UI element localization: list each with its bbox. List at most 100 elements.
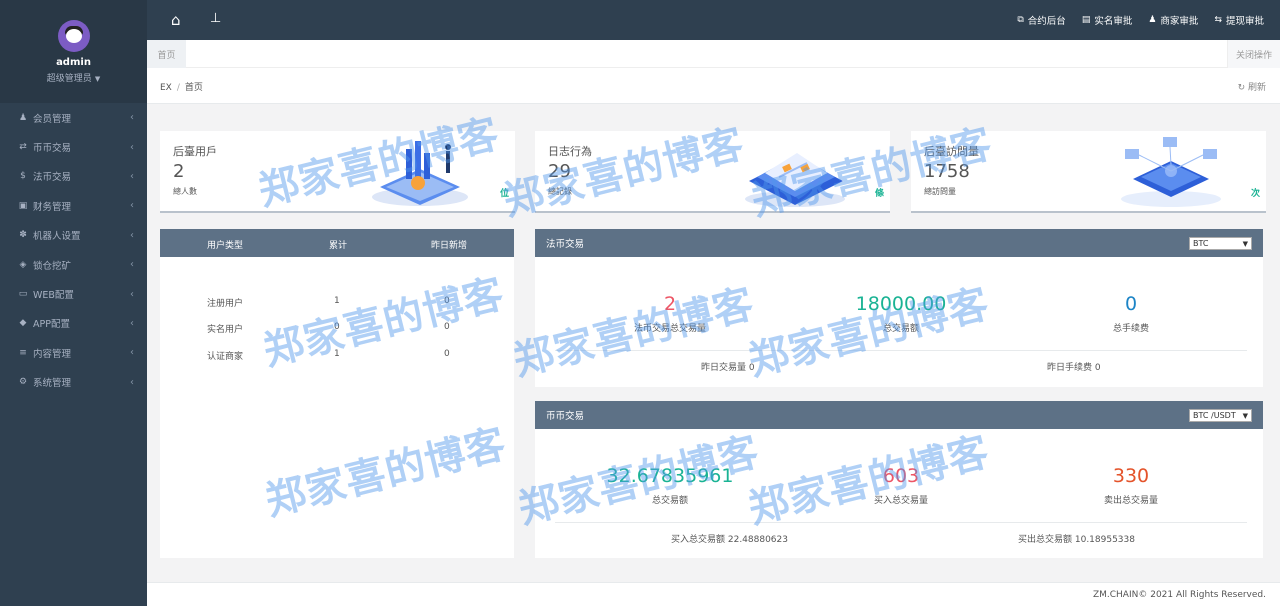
user-icon: ♟ [1148, 15, 1157, 25]
coin-buy-amount: 买入总交易额 22.48880623 [671, 535, 788, 545]
external-link-icon: ⧉ [1017, 15, 1024, 25]
money-icon: ▣ [18, 200, 28, 211]
caret-down-icon: ▼ [94, 75, 101, 83]
metric-label: 卖出总交易量 [1103, 496, 1158, 506]
metric-value: 2 [663, 293, 677, 315]
sidebar: admin 超级管理员 ▼ ♟ 会员管理 ‹ ⇄ 币币交易 ‹ $ 法币交易 ‹ ▣ 财务管理 ‹ ✽ 机器… [0, 0, 147, 606]
top-link[interactable]: ▤ 实名审批 [1082, 13, 1133, 27]
topbar: ⌂ ⊥ ⧉ 合约后台 ▤ 实名审批 ♟ 商家审批 ⇆ 提现审批 [147, 0, 1280, 40]
metric-label: 法币交易总交易量 [633, 324, 706, 334]
chevron-left-icon: ‹ [130, 141, 134, 153]
chevron-left-icon: ‹ [130, 229, 134, 241]
sidebar-item[interactable]: ⇄ 币币交易 ‹ [0, 132, 147, 161]
metric-value: 32.67835961 [606, 465, 734, 487]
home-icon[interactable]: ⌂ [171, 11, 181, 29]
breadcrumb: EX / 首页 [160, 83, 203, 93]
table-row: 注册用户 1 0 [160, 287, 514, 309]
tab-home[interactable]: 首页 [147, 40, 186, 68]
column-header: 累计 [329, 241, 348, 251]
trading-pair-select[interactable]: BTC /USDT ▼ [1189, 409, 1252, 422]
cell-total: 0 [334, 322, 340, 332]
sidebar-item[interactable]: ✽ 机器人设置 ‹ [0, 221, 147, 250]
analytics-illustration-icon [372, 141, 468, 206]
tabs-bar: 首页 关闭操作 [147, 40, 1280, 68]
cell-type: 注册用户 [207, 299, 244, 309]
user-stats-panel: 用户类型 累计 昨日新增 注册用户 1 0 实名用户 0 0 认证商家 1 0 [160, 229, 514, 558]
sidebar-item[interactable]: ▭ WEB配置 ‹ [0, 279, 147, 308]
id-card-icon: ▤ [1081, 15, 1091, 25]
sidebar-item-label: 内容管理 [33, 348, 72, 360]
sidebar-item[interactable]: ◆ APP配置 ‹ [0, 309, 147, 338]
metric-fiat-volume: 2 法币交易总交易量 [580, 293, 760, 334]
stat-card-log-actions: 日志行為 29 總記錄 條 [535, 131, 890, 213]
user-name: admin [56, 57, 91, 68]
sidebar-item-label: 机器人设置 [33, 231, 81, 243]
cell-type: 实名用户 [207, 325, 244, 335]
top-nav: ⧉ 合约后台 ▤ 实名审批 ♟ 商家审批 ⇆ 提现审批 [1017, 0, 1264, 40]
cell-type: 认证商家 [207, 352, 244, 362]
chevron-left-icon: ‹ [130, 376, 134, 388]
card-title: 后臺訪問量 [924, 145, 979, 158]
chevron-left-icon: ‹ [130, 317, 134, 329]
top-link-label: 提现审批 [1225, 16, 1264, 27]
sidebar-item[interactable]: ≡ 内容管理 ‹ [0, 338, 147, 367]
sidebar-menu: ♟ 会员管理 ‹ ⇄ 币币交易 ‹ $ 法币交易 ‹ ▣ 财务管理 ‹ ✽ 机器人设置 ‹ ◈ 锁仓挖矿 ‹ ▭ WE… [0, 103, 147, 397]
fiat-yesterday-fee: 昨日手续费 0 [1047, 363, 1101, 373]
stat-card-admin-users: 后臺用戶 2 總人數 位 [160, 131, 515, 213]
chevron-left-icon: ‹ [130, 200, 134, 212]
column-header: 昨日新增 [431, 241, 468, 251]
table-row: 实名用户 0 0 [160, 313, 514, 335]
card-title: 日志行為 [548, 145, 592, 158]
dollar-icon: $ [20, 171, 26, 182]
cell-yesterday: 0 [444, 322, 450, 332]
sidebar-item[interactable]: ▣ 财务管理 ‹ [0, 191, 147, 220]
close-operations-button[interactable]: 关闭操作 [1227, 40, 1280, 68]
card-unit: 次 [1250, 189, 1260, 199]
table-row: 认证商家 1 0 [160, 340, 514, 362]
sidebar-item[interactable]: ♟ 会员管理 ‹ [0, 103, 147, 132]
sidebar-item[interactable]: ◈ 锁仓挖矿 ‹ [0, 250, 147, 279]
coin-trading-panel: 币币交易 BTC /USDT ▼ 32.67835961 总交易额 603 买入总… [535, 401, 1263, 558]
chevron-left-icon: ‹ [130, 288, 134, 300]
android-icon: ◆ [19, 318, 27, 329]
metric-fiat-fee: 0 总手续费 [1041, 293, 1221, 334]
panel-header: 币币交易 BTC /USDT ▼ [535, 401, 1263, 429]
coin-sell-amount: 买出总交易额 10.18955338 [1018, 535, 1135, 545]
top-link[interactable]: ⧉ 合约后台 [1017, 13, 1065, 27]
refresh-button[interactable]: ↻ 刷新 [1238, 80, 1266, 93]
page-footer: ZM.CHAIN© 2021 All Rights Reserved. [147, 582, 1280, 606]
sidebar-item-label: 财务管理 [33, 201, 72, 213]
sidebar-item-label: 法币交易 [33, 172, 72, 184]
metric-coin-buy-volume: 603 买入总交易量 [811, 465, 991, 506]
top-link[interactable]: ♟ 商家审批 [1148, 13, 1198, 27]
card-unit: 條 [874, 189, 884, 199]
metric-fiat-amount: 18000.00 总交易额 [811, 293, 991, 334]
sidebar-item[interactable]: ⚙ 系统管理 ‹ [0, 368, 147, 397]
metric-label: 总交易额 [882, 324, 919, 334]
sidebar-item-label: 锁仓挖矿 [33, 260, 72, 272]
divider [555, 350, 1247, 351]
top-link[interactable]: ⇆ 提现审批 [1214, 13, 1264, 27]
metric-coin-sell-volume: 330 卖出总交易量 [1041, 465, 1221, 506]
sidebar-item-label: 系统管理 [33, 378, 72, 390]
card-subtitle: 總訪問量 [924, 187, 956, 196]
sidebar-item[interactable]: $ 法币交易 ‹ [0, 162, 147, 191]
metric-label: 总手续费 [1112, 324, 1149, 334]
metric-coin-amount: 32.67835961 总交易额 [580, 465, 760, 506]
chevron-left-icon: ‹ [130, 112, 134, 124]
stat-card-admin-visits: 后臺訪問量 1758 總訪問量 次 [911, 131, 1266, 213]
card-subtitle: 總記錄 [548, 187, 572, 196]
broom-icon[interactable]: ⊥ [210, 11, 221, 26]
avatar[interactable] [57, 20, 90, 52]
user-role-dropdown[interactable]: 超级管理员 ▼ [0, 71, 147, 84]
fiat-currency-select[interactable]: BTC ▼ [1189, 237, 1252, 250]
chevron-down-icon: ▼ [1242, 411, 1248, 420]
copyright: ZM.CHAIN© 2021 All Rights Reserved. [1092, 590, 1266, 600]
sidebar-item-label: 币币交易 [33, 143, 72, 155]
cell-total: 1 [334, 296, 340, 306]
card-title: 后臺用戶 [173, 145, 217, 158]
sidebar-item-label: APP配置 [33, 319, 70, 331]
chevron-left-icon: ‹ [130, 259, 134, 271]
breadcrumb-root[interactable]: EX [160, 83, 172, 93]
chevron-left-icon: ‹ [130, 347, 134, 359]
